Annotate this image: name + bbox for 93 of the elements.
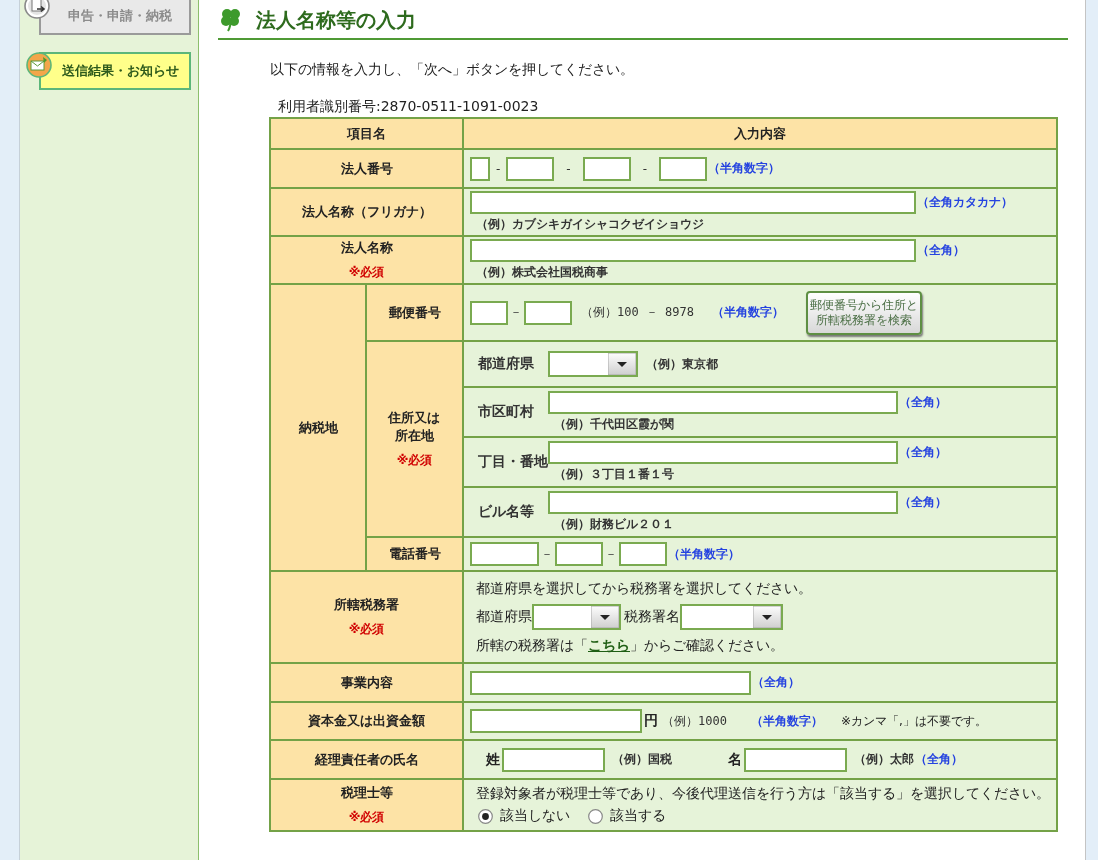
instruction-text: 都道府県を選択してから税務署を選択してください。	[476, 579, 812, 598]
dropdown-field[interactable]	[680, 603, 783, 630]
radio-option[interactable]: 該当しない	[478, 807, 570, 825]
field-label: ビル名等	[477, 503, 535, 521]
office-link[interactable]: こちら	[588, 636, 630, 653]
envelope-icon	[26, 52, 52, 78]
text-input[interactable]	[582, 156, 631, 181]
input-hint: （全角）	[899, 444, 947, 461]
example-text: （例）千代田区霞が関	[554, 416, 674, 433]
note-text: ※カンマ「,」は不要です。	[840, 712, 987, 730]
unit-label: 円	[644, 712, 658, 730]
field-label: 市区町村	[477, 403, 535, 421]
input-hint: （全角）	[899, 494, 947, 511]
text-input[interactable]	[506, 156, 555, 181]
example-text: （例）株式会社国税商事	[476, 264, 608, 281]
text-input[interactable]	[470, 709, 642, 733]
required-mark: ※必須	[396, 452, 433, 469]
dropdown-field[interactable]	[532, 603, 621, 630]
text-input[interactable]	[470, 239, 916, 262]
example-text: （例）太郎	[854, 751, 914, 768]
required-mark: ※必須	[348, 264, 385, 281]
required-mark: ※必須	[348, 621, 385, 638]
example-text: （例）100 － 8978	[581, 304, 695, 321]
radio-option[interactable]: 該当する	[588, 807, 666, 825]
text-input[interactable]	[470, 542, 539, 566]
input-hint: （全角カタカナ）	[917, 194, 1013, 211]
input-hint: （全角）	[915, 751, 963, 768]
example-text: （例）東京都	[646, 355, 718, 373]
example-text: （例）財務ビル２０１	[554, 516, 674, 533]
label-cell: 納税地	[270, 284, 366, 571]
input-hint: （全角）	[917, 242, 965, 259]
text-input[interactable]	[548, 491, 898, 514]
text-input[interactable]	[555, 542, 603, 566]
text-input[interactable]	[470, 156, 490, 181]
address-search-button[interactable]: 郵便番号から住所と所轄税務署を検索	[806, 290, 923, 335]
text-input[interactable]	[524, 300, 572, 325]
label-cell: 電話番号	[366, 537, 463, 571]
separator-text: －	[510, 304, 522, 321]
text-input[interactable]	[502, 747, 605, 772]
text-input[interactable]	[548, 441, 898, 464]
document-arrow-icon	[24, 0, 50, 19]
header-cell: 項目名	[270, 118, 463, 149]
text-input[interactable]	[548, 391, 898, 414]
required-mark: ※必須	[348, 809, 385, 826]
field-label: 丁目・番地	[477, 453, 548, 471]
radio-icon[interactable]	[588, 808, 603, 824]
field-label: 姓	[486, 750, 500, 769]
header-cell: 入力内容	[463, 118, 1057, 149]
caret-icon[interactable]	[608, 353, 636, 375]
text-input[interactable]	[470, 191, 916, 214]
field-label: 都道府県	[476, 607, 532, 626]
label-cell: 資本金又は出資金額	[270, 702, 463, 740]
user-id-text: 利用者識別番号:2870-0511-1091-0023	[278, 98, 539, 114]
separator-text: -	[642, 161, 648, 176]
field-label: 所轄税務署	[333, 596, 400, 614]
radio-icon[interactable]	[478, 808, 493, 824]
input-hint: （全角）	[899, 394, 947, 411]
separator-text: －	[605, 545, 617, 563]
label-cell: 経理責任者の氏名	[270, 740, 463, 779]
separator-text: -	[566, 161, 571, 176]
example-text: （例）カブシキガイシャコクゼイショウジ	[476, 216, 704, 233]
label-cell: 事業内容	[270, 663, 463, 702]
field-label: 税理士等	[339, 784, 394, 802]
input-hint: （半角数字）	[750, 712, 823, 730]
field-label: 法人名称	[339, 239, 394, 257]
text-input[interactable]	[470, 300, 508, 325]
text-input[interactable]	[659, 156, 708, 181]
text-input[interactable]	[619, 542, 667, 566]
separator-text: -	[496, 161, 501, 176]
field-label: 都道府県	[477, 355, 535, 373]
text-input[interactable]	[744, 747, 847, 772]
caret-icon[interactable]	[753, 605, 781, 628]
example-text: （例）1000	[662, 712, 727, 730]
input-hint: （半角数字）	[708, 160, 781, 177]
label-cell: 法人番号	[270, 149, 463, 188]
office-note: 所轄の税務署は「こちら」からご確認ください。	[476, 636, 784, 655]
example-text: （例）３丁目１番１号	[554, 466, 674, 483]
field-label: 住所又は所在地	[387, 409, 442, 445]
text-input[interactable]	[470, 670, 751, 695]
instruction-text: 登録対象者が税理士等であり、今後代理送信を行う方は「該当する」を選択してください。	[476, 785, 1050, 803]
input-hint: （半角数字）	[668, 545, 740, 563]
instruction-text: 以下の情報を入力し、「次へ」ボタンを押してください。	[270, 61, 634, 77]
page-title: 法人名称等の入力	[256, 6, 416, 34]
caret-icon[interactable]	[591, 605, 619, 628]
example-text: （例）国税	[612, 751, 672, 768]
field-label: 税務署名	[624, 607, 680, 626]
input-hint: （半角数字）	[712, 304, 785, 321]
separator-text: －	[541, 545, 553, 563]
field-label: 名	[728, 750, 742, 769]
input-hint: （全角）	[752, 674, 800, 691]
label-cell: 法人名称（フリガナ）	[270, 188, 463, 236]
sidebar-menu-button[interactable]: 送信結果・お知らせ	[39, 52, 191, 90]
label-cell: 郵便番号	[366, 284, 463, 341]
